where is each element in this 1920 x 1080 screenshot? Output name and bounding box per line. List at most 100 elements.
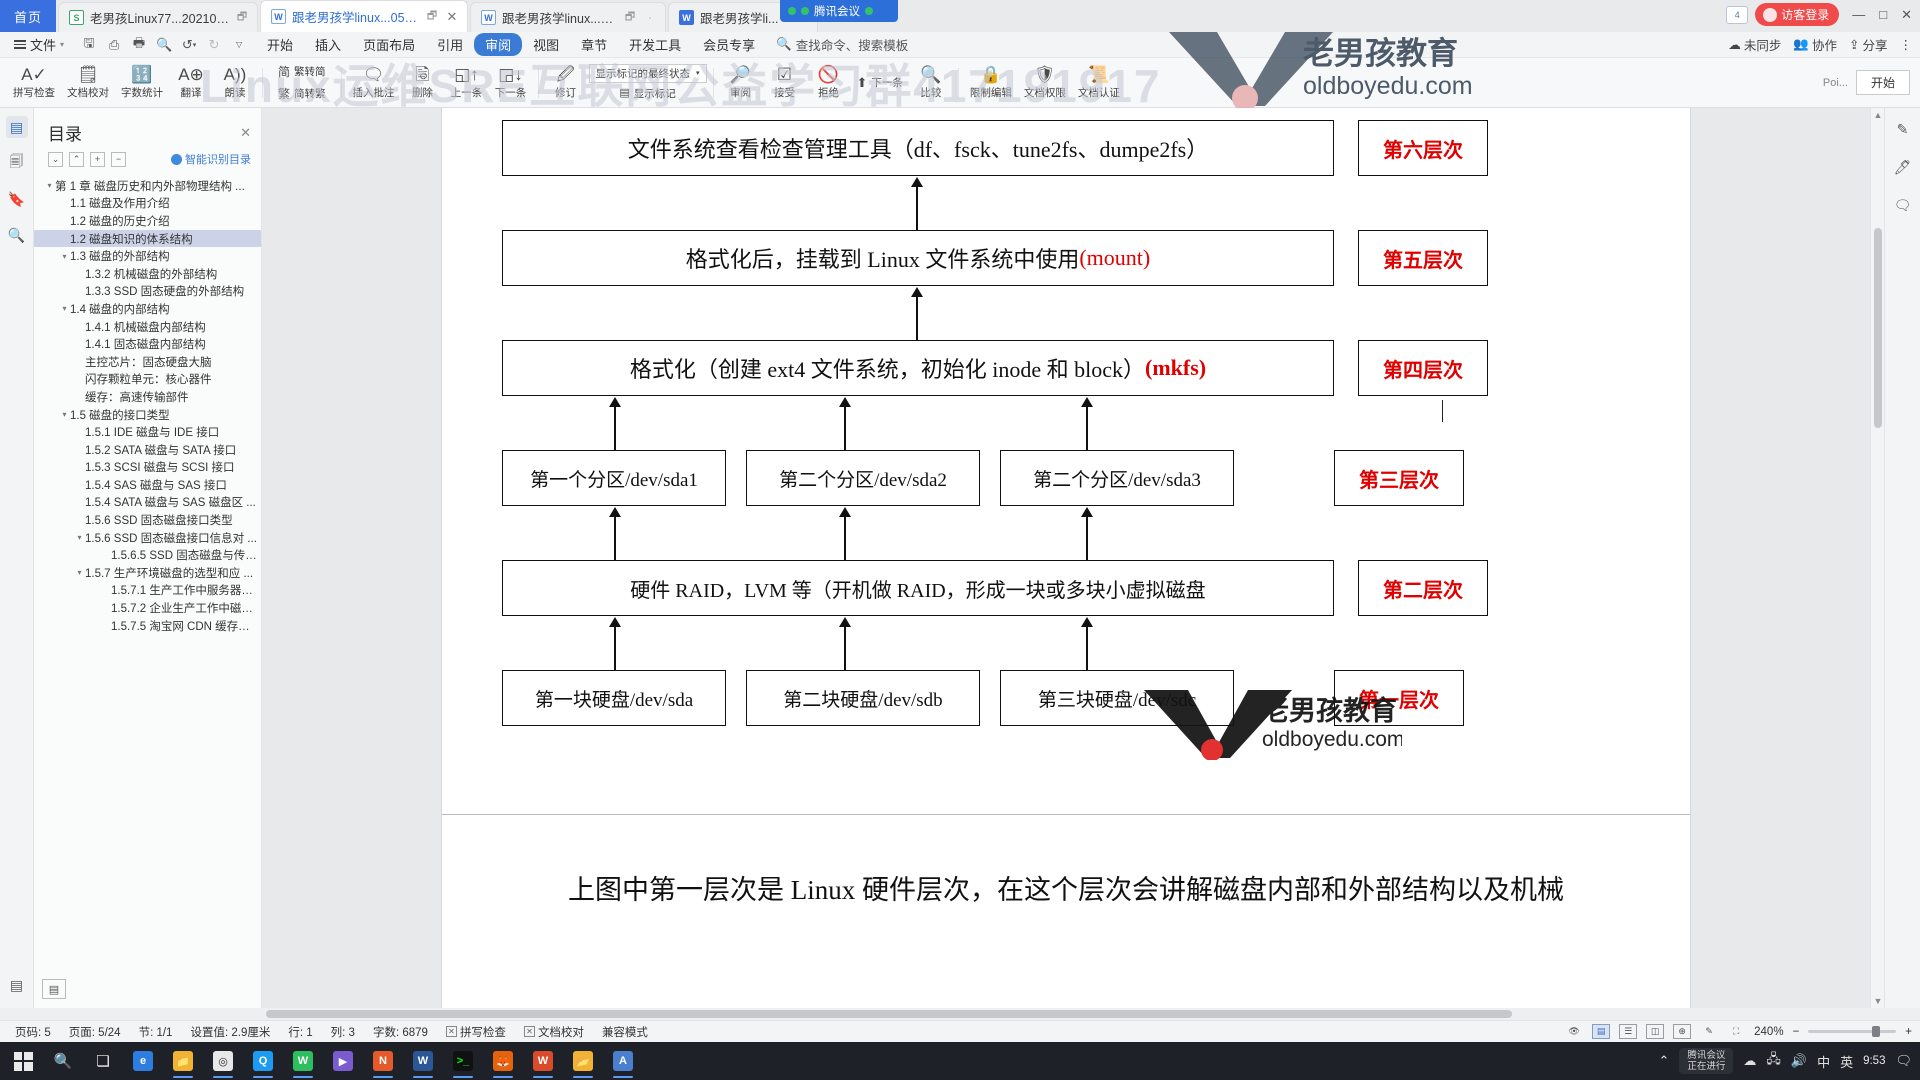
tab-references[interactable]: 引用 xyxy=(426,33,474,56)
tab-restore-icon[interactable]: 🗗 xyxy=(235,8,249,27)
save-icon[interactable]: 🖫 xyxy=(78,35,100,55)
word-icon[interactable]: W xyxy=(404,1043,442,1079)
zoom-slider-handle[interactable] xyxy=(1872,1026,1881,1037)
web-view-icon[interactable]: ⊕ xyxy=(1673,1024,1692,1039)
wps-icon[interactable]: W xyxy=(524,1043,562,1079)
tencent-meeting-overlay[interactable]: 腾讯会议 xyxy=(780,0,898,22)
toc-item-0[interactable]: ▾ 第 1 章 磁盘历史和内外部物理结构 ... xyxy=(34,177,261,195)
toc-settings-icon[interactable]: ▤ xyxy=(42,979,66,999)
app-icon[interactable]: A xyxy=(604,1043,642,1079)
expand-all-icon[interactable]: + xyxy=(90,151,105,167)
tab-membership[interactable]: 会员专享 xyxy=(692,33,766,56)
volume-icon[interactable]: 🔊 xyxy=(1791,1053,1807,1069)
ribbon-review[interactable]: 🔎 审阅 xyxy=(720,60,762,106)
folder-icon[interactable]: 📂 xyxy=(564,1043,602,1079)
edge-browser-icon[interactable]: e xyxy=(124,1043,162,1079)
maximize-button[interactable]: □ xyxy=(1879,7,1887,22)
scroll-down-icon[interactable]: ▼ xyxy=(1871,996,1885,1006)
print-icon[interactable]: ⎙ xyxy=(103,35,125,55)
toc-item-11[interactable]: 闪存颗粒单元：核心器件 xyxy=(34,371,261,389)
collaborate-button[interactable]: 👥 协作 xyxy=(1793,35,1837,54)
ribbon-next-change[interactable]: ⬆ 下一条 xyxy=(852,60,908,106)
vertical-scrollbar[interactable]: ▲ ▼ xyxy=(1870,108,1884,1008)
chevron-down-icon[interactable]: ▾ xyxy=(59,252,70,261)
outline-panel-icon[interactable]: ▤ xyxy=(5,116,28,138)
toc-item-18[interactable]: 1.5.4 SATA 磁盘与 SAS 磁盘区 ... xyxy=(34,494,261,512)
start-button[interactable]: 开始 xyxy=(1855,70,1910,95)
task-view-icon[interactable]: ❏ xyxy=(84,1043,122,1079)
notification-icon[interactable]: 🗨 xyxy=(1895,1053,1912,1069)
bookmark-panel-icon[interactable]: 🔖 xyxy=(6,188,28,210)
toc-item-22[interactable]: ▾ 1.5.7 生产环境磁盘的选型和应 ... xyxy=(34,564,261,582)
toc-item-8[interactable]: 1.4.1 机械磁盘内部结构 xyxy=(34,318,261,336)
toc-item-23[interactable]: 1.5.7.1 生产工作中服务器的 ... xyxy=(34,582,261,600)
search-icon[interactable]: 🔍 xyxy=(44,1043,82,1079)
tab-restore-icon[interactable]: 🗗 xyxy=(623,8,637,27)
chevron-down-icon[interactable]: ▾ xyxy=(74,533,85,542)
ribbon-next-comment[interactable]: ◲↓ 下一条 xyxy=(490,60,532,106)
minimize-button[interactable]: — xyxy=(1852,7,1865,22)
sync-status[interactable]: ☁ 未同步 xyxy=(1728,35,1781,54)
status-line[interactable]: 行: 1 xyxy=(279,1024,321,1040)
tab-start[interactable]: 开始 xyxy=(256,33,304,56)
diagram-box-l2-1[interactable]: 硬件 RAID，LVM 等（开机做 RAID，形成一块或多块小虚拟磁盘 xyxy=(502,560,1334,616)
windows-start-icon[interactable] xyxy=(4,1043,42,1079)
message-badge[interactable]: 4 xyxy=(1726,5,1749,24)
thumbnail-panel-icon[interactable]: 🗐 xyxy=(6,152,28,174)
tab-document-3[interactable]: W 跟老男孩学linux...4-P104-141 🗗 · xyxy=(470,2,666,32)
ribbon-trad-to-simp[interactable]: 简 繁转简 xyxy=(273,61,331,82)
ribbon-reject[interactable]: 🚫 拒绝 xyxy=(808,60,850,106)
diagram-box-l3-1[interactable]: 第一个分区/dev/sda1 xyxy=(502,450,726,506)
customize-icon[interactable]: ▽ xyxy=(228,35,250,55)
tab-page-layout[interactable]: 页面布局 xyxy=(352,33,426,56)
vertical-scroll-thumb[interactable] xyxy=(1874,228,1882,428)
toc-item-24[interactable]: 1.5.7.2 企业生产工作中磁盘 ... xyxy=(34,599,261,617)
collapse-up-icon[interactable]: ⌃ xyxy=(69,151,84,167)
toc-item-10[interactable]: 主控芯片：固态硬盘大脑 xyxy=(34,353,261,371)
login-button[interactable]: 访客登录 xyxy=(1755,3,1840,26)
fit-page-icon[interactable]: ⛶ xyxy=(1727,1024,1745,1039)
expand-down-icon[interactable]: ⌄ xyxy=(48,151,63,167)
collapse-all-icon[interactable]: − xyxy=(111,151,126,167)
share-button[interactable]: ⇪ 分享 xyxy=(1849,35,1888,54)
tab-restore-icon[interactable]: 🗗 xyxy=(425,7,439,26)
chevron-up-icon[interactable]: ⌃ xyxy=(1658,1053,1669,1069)
smart-toc-button[interactable]: 智能识别目录 xyxy=(171,151,251,167)
close-icon[interactable]: ✕ xyxy=(240,125,251,141)
terminal-icon[interactable]: >_ xyxy=(444,1043,482,1079)
zoom-in-button[interactable]: + xyxy=(1905,1026,1912,1038)
status-compat-mode[interactable]: 兼容模式 xyxy=(593,1024,657,1040)
status-doc-proof[interactable]: ✕ 文档校对 xyxy=(515,1024,593,1040)
wechat-icon[interactable]: W xyxy=(284,1043,322,1079)
toc-item-3[interactable]: 1.2 磁盘知识的体系结构 xyxy=(34,229,261,248)
scroll-up-icon[interactable]: ▲ xyxy=(1871,110,1885,120)
tab-review[interactable]: 审阅 xyxy=(474,33,523,56)
toc-item-20[interactable]: ▾ 1.5.6 SSD 固态磁盘接口信息对 ... xyxy=(34,529,261,547)
media-player-icon[interactable]: ▶ xyxy=(324,1043,362,1079)
status-page-number[interactable]: 页码: 5 xyxy=(6,1024,60,1040)
diagram-box-l3-2[interactable]: 第二个分区/dev/sda2 xyxy=(746,450,980,506)
toc-item-1[interactable]: 1.1 磁盘及作用介绍 xyxy=(34,195,261,213)
status-page-of[interactable]: 页面: 5/24 xyxy=(60,1024,130,1040)
toc-item-list[interactable]: ▾ 第 1 章 磁盘历史和内外部物理结构 ... 1.1 磁盘及作用介绍 1.2 磁盘… xyxy=(34,175,261,970)
diagram-box-l3-3[interactable]: 第二个分区/dev/sda3 xyxy=(1000,450,1234,506)
status-section[interactable]: 节: 1/1 xyxy=(130,1024,182,1040)
zoom-slider[interactable] xyxy=(1808,1026,1897,1037)
ribbon-prev-comment[interactable]: ◱↑ 上一条 xyxy=(446,60,488,106)
toc-item-6[interactable]: 1.3.3 SSD 固态硬盘的外部结构 xyxy=(34,283,261,301)
diagram-box-l1-3[interactable]: 第三块硬盘/dev/sdc xyxy=(1000,670,1234,726)
zoom-out-button[interactable]: − xyxy=(1793,1026,1800,1038)
ribbon-translate[interactable]: A⊕ 翻译 xyxy=(170,60,212,106)
tab-home[interactable]: 首页 xyxy=(0,0,56,32)
tab-overflow-icon[interactable]: · xyxy=(643,12,657,24)
undo-icon[interactable]: ↺ ▾ xyxy=(178,35,200,55)
ribbon-restrict-edit[interactable]: 🔒 限制编辑 xyxy=(965,60,1017,106)
toc-item-15[interactable]: 1.5.2 SATA 磁盘与 SATA 接口 xyxy=(34,441,261,459)
toc-item-17[interactable]: 1.5.4 SAS 磁盘与 SAS 接口 xyxy=(34,476,261,494)
toc-item-7[interactable]: ▾ 1.4 磁盘的内部结构 xyxy=(34,300,261,318)
chrome-browser-icon[interactable]: ◎ xyxy=(204,1043,242,1079)
tab-view[interactable]: 视图 xyxy=(522,33,570,56)
tray-meeting-widget[interactable]: 腾讯会议 正在进行 xyxy=(1679,1048,1734,1074)
tab-chapter[interactable]: 章节 xyxy=(570,33,618,56)
pen-view-icon[interactable]: ✎ xyxy=(1700,1024,1718,1039)
